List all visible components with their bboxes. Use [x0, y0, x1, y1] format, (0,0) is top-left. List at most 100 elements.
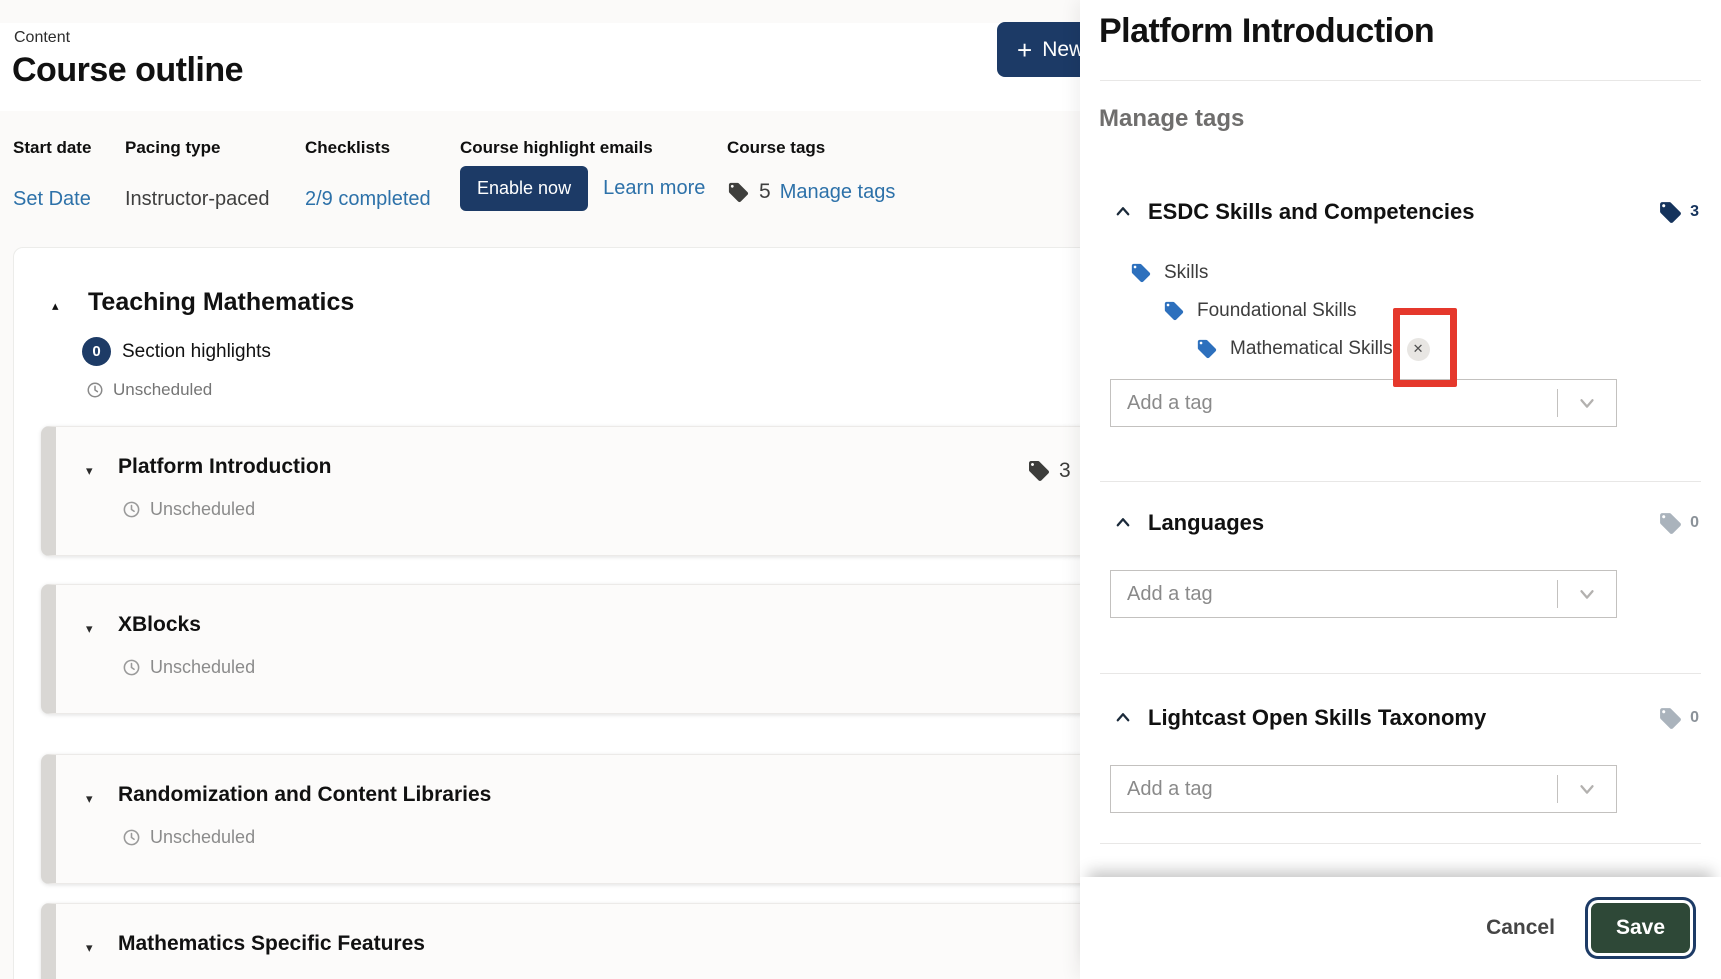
metadata-highlight-emails: Course highlight emails Enable now Learn… — [460, 138, 653, 158]
taxonomy-name: ESDC Skills and Competencies — [1148, 199, 1658, 225]
panel-footer: Cancel Save — [1080, 877, 1721, 979]
section-schedule: Unscheduled — [86, 380, 212, 400]
pacing-type-label: Pacing type — [125, 138, 220, 158]
add-tag-combobox-lightcast — [1110, 765, 1617, 813]
tag-icon — [1196, 338, 1218, 360]
section-title: Teaching Mathematics — [88, 288, 354, 317]
panel-title: Platform Introduction — [1099, 12, 1434, 51]
tag-count-value: 3 — [1059, 459, 1071, 483]
subsection-schedule: Unscheduled — [122, 657, 255, 678]
taxonomy-name: Lightcast Open Skills Taxonomy — [1148, 705, 1658, 731]
highlight-emails-label: Course highlight emails — [460, 138, 653, 158]
subsection-title: Platform Introduction — [118, 455, 332, 479]
add-tag-input[interactable] — [1111, 380, 1557, 426]
section-collapse-icon[interactable]: ▴ — [52, 298, 59, 314]
tag-count-value: 0 — [1690, 709, 1699, 727]
manage-tags-panel: Platform Introduction Manage tags ESDC S… — [1080, 0, 1721, 979]
breadcrumb: Content — [14, 29, 70, 47]
taxonomy-header-languages: Languages 0 — [1100, 507, 1699, 539]
divider — [1100, 843, 1701, 844]
tag-icon — [1658, 511, 1683, 536]
subsection-schedule-label: Unscheduled — [150, 499, 255, 520]
tag-count-value: 0 — [1690, 514, 1699, 532]
highlights-label: Section highlights — [122, 341, 271, 363]
course-tags-label: Course tags — [727, 138, 825, 158]
metadata-course-tags: Course tags 5 Manage tags — [727, 138, 825, 158]
divider — [1100, 80, 1701, 81]
tag-icon — [727, 181, 750, 204]
cancel-button[interactable]: Cancel — [1486, 916, 1555, 940]
remove-tag-button[interactable]: ✕ — [1407, 338, 1430, 361]
tag-label: Mathematical Skills — [1230, 338, 1393, 360]
clock-icon — [86, 381, 104, 399]
applied-tag-mathematical-skills: Mathematical Skills ✕ — [1196, 335, 1430, 363]
pacing-type-value: Instructor-paced — [125, 188, 270, 211]
subsection-schedule: Unscheduled — [122, 499, 255, 520]
section-schedule-label: Unscheduled — [113, 380, 212, 400]
tag-label: Skills — [1164, 262, 1208, 284]
metadata-checklists: Checklists 2/9 completed — [305, 138, 390, 158]
add-tag-input[interactable] — [1111, 571, 1557, 617]
dropdown-toggle-button[interactable] — [1558, 380, 1616, 426]
set-date-link[interactable]: Set Date — [13, 188, 91, 210]
checklists-label: Checklists — [305, 138, 390, 158]
subsection-schedule: Unscheduled — [122, 827, 255, 848]
enable-now-button[interactable]: Enable now — [460, 166, 588, 211]
tag-icon — [1658, 200, 1683, 225]
chevron-down-icon — [1576, 392, 1598, 414]
page-title: Course outline — [12, 51, 243, 90]
subsection-expand-icon[interactable]: ▾ — [86, 791, 93, 807]
taxonomy-header-esdc: ESDC Skills and Competencies 3 — [1100, 196, 1699, 228]
tag-icon — [1163, 300, 1185, 322]
metadata-start-date: Start date Set Date — [13, 138, 91, 158]
divider — [1100, 481, 1701, 482]
clock-icon — [122, 500, 141, 519]
subsection-title: Mathematics Specific Features — [118, 932, 425, 956]
add-tag-input[interactable] — [1111, 766, 1557, 812]
taxonomy-tag-count: 3 — [1658, 200, 1699, 225]
taxonomy-header-lightcast: Lightcast Open Skills Taxonomy 0 — [1100, 702, 1699, 734]
section-highlights[interactable]: 0 Section highlights — [82, 337, 271, 366]
start-date-label: Start date — [13, 138, 91, 158]
dropdown-toggle-button[interactable] — [1558, 766, 1616, 812]
taxonomy-tag-count: 0 — [1658, 511, 1699, 536]
subsection-schedule-label: Unscheduled — [150, 827, 255, 848]
learn-more-link[interactable]: Learn more — [603, 177, 705, 200]
add-tag-combobox-esdc — [1110, 379, 1617, 427]
highlights-count-badge: 0 — [82, 337, 111, 366]
course-tags-count: 5 — [759, 180, 771, 204]
collapse-chevron-icon[interactable] — [1114, 709, 1132, 727]
applied-tag-skills: Skills — [1130, 259, 1208, 287]
subsection-expand-icon[interactable]: ▾ — [86, 463, 93, 479]
clock-icon — [122, 828, 141, 847]
tag-icon — [1130, 262, 1152, 284]
tag-icon — [1658, 706, 1683, 731]
manage-tags-link[interactable]: Manage tags — [780, 181, 896, 204]
subsection-expand-icon[interactable]: ▾ — [86, 621, 93, 637]
tag-icon — [1027, 459, 1051, 483]
dropdown-toggle-button[interactable] — [1558, 571, 1616, 617]
checklists-link[interactable]: 2/9 completed — [305, 188, 431, 210]
plus-icon: + — [1017, 37, 1032, 63]
add-tag-combobox-languages — [1110, 570, 1617, 618]
divider — [1100, 673, 1701, 674]
metadata-pacing-type: Pacing type Instructor-paced — [125, 138, 220, 158]
subsection-schedule-label: Unscheduled — [150, 657, 255, 678]
subsection-tag-count: 3 — [1027, 459, 1071, 483]
collapse-chevron-icon[interactable] — [1114, 203, 1132, 221]
course-metadata-bar: Start date Set Date Pacing type Instruct… — [0, 138, 1080, 228]
applied-tag-foundational-skills: Foundational Skills — [1163, 297, 1356, 325]
clock-icon — [122, 658, 141, 677]
subsection-expand-icon[interactable]: ▾ — [86, 940, 93, 956]
new-button-label: New — [1042, 38, 1084, 62]
collapse-chevron-icon[interactable] — [1114, 514, 1132, 532]
subsection-title: XBlocks — [118, 613, 201, 637]
save-button[interactable]: Save — [1591, 903, 1690, 953]
chevron-down-icon — [1576, 583, 1598, 605]
close-icon: ✕ — [1413, 341, 1424, 357]
tag-label: Foundational Skills — [1197, 300, 1356, 322]
subsection-title: Randomization and Content Libraries — [118, 783, 491, 807]
chevron-down-icon — [1576, 778, 1598, 800]
tag-count-value: 3 — [1690, 203, 1699, 221]
panel-subtitle: Manage tags — [1099, 105, 1244, 133]
